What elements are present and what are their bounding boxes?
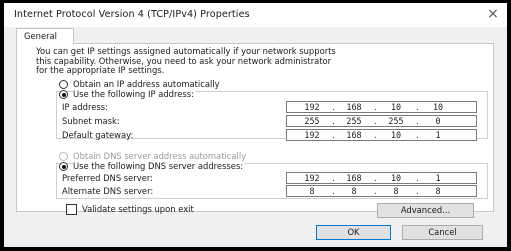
obtain-dns-auto-label: Obtain DNS server address automatically bbox=[73, 151, 247, 161]
use-following-dns-radio[interactable] bbox=[59, 162, 68, 171]
preferred-dns-input[interactable]: 192 . 168 . 10 . 1 bbox=[286, 172, 477, 184]
preferred-dns-label: Preferred DNS server: bbox=[62, 173, 153, 183]
ip-address-input[interactable]: 192 . 168 . 10 . 10 bbox=[286, 101, 477, 113]
use-following-dns-label: Use the following DNS server addresses: bbox=[73, 161, 246, 171]
advanced-button[interactable]: Advanced... bbox=[377, 203, 474, 218]
tab-general[interactable]: General bbox=[16, 28, 74, 45]
validate-settings-checkbox[interactable] bbox=[66, 204, 77, 215]
cancel-button[interactable]: Cancel bbox=[402, 225, 483, 240]
ipv4-properties-dialog: Internet Protocol Version 4 (TCP/IPv4) P… bbox=[4, 3, 507, 247]
ok-button[interactable]: OK bbox=[316, 225, 391, 240]
obtain-ip-auto-label: Obtain an IP address automatically bbox=[73, 79, 220, 89]
subnet-mask-input[interactable]: 255 . 255 . 255 . 0 bbox=[286, 115, 477, 127]
tab-general-label: General bbox=[24, 31, 58, 41]
default-gateway-input[interactable]: 192 . 168 . 10 . 1 bbox=[286, 129, 477, 141]
obtain-ip-auto-radio[interactable] bbox=[59, 80, 68, 89]
close-icon[interactable]: × bbox=[484, 6, 502, 22]
default-gateway-label: Default gateway: bbox=[62, 130, 134, 140]
use-following-ip-label: Use the following IP address: bbox=[73, 89, 196, 99]
title-bar: Internet Protocol Version 4 (TCP/IPv4) P… bbox=[4, 3, 507, 27]
dialog-title: Internet Protocol Version 4 (TCP/IPv4) P… bbox=[14, 9, 250, 20]
obtain-dns-auto-radio[interactable] bbox=[59, 152, 68, 161]
ip-address-label: IP address: bbox=[62, 102, 108, 112]
alternate-dns-input[interactable]: 8 . 8 . 8 . 8 bbox=[286, 185, 477, 197]
description-text: You can get IP settings assigned automat… bbox=[36, 46, 490, 76]
subnet-mask-label: Subnet mask: bbox=[62, 116, 120, 126]
alternate-dns-label: Alternate DNS server: bbox=[62, 186, 154, 196]
use-following-ip-radio[interactable] bbox=[59, 90, 68, 99]
validate-settings-label: Validate settings upon exit bbox=[82, 204, 194, 214]
description-line: for the appropriate IP settings. bbox=[36, 65, 165, 76]
